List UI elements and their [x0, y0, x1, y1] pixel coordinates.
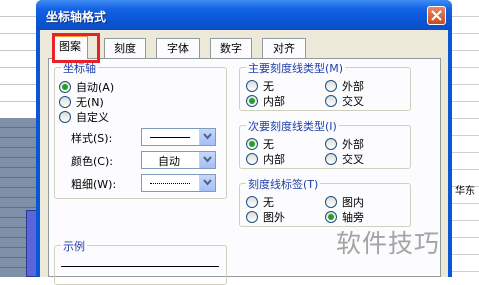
major-cross-label: 交叉	[342, 95, 364, 108]
close-button[interactable]	[427, 6, 446, 25]
labels-low-radio[interactable]	[246, 211, 258, 223]
tab-number[interactable]: 数字	[210, 38, 252, 58]
axis-custom-label: 自定义	[76, 111, 109, 124]
chevron-down-icon	[203, 156, 212, 163]
major-tick-title: 主要刻度线类型(M)	[246, 60, 346, 76]
major-inside-label: 内部	[263, 95, 285, 108]
axis-none-label: 无(N)	[76, 96, 104, 109]
color-value: 自动	[158, 155, 180, 168]
minor-inside-radio[interactable]	[246, 153, 258, 165]
sheet-right-area	[451, 0, 479, 277]
close-icon	[431, 10, 442, 21]
minor-outside-radio[interactable]	[325, 138, 337, 150]
minor-cross-radio[interactable]	[325, 153, 337, 165]
major-inside-radio[interactable]	[246, 95, 258, 107]
line-style-preview	[150, 137, 190, 138]
color-label: 颜色(C):	[71, 155, 113, 168]
color-dropdown-button[interactable]	[199, 152, 215, 168]
style-label: 样式(S):	[71, 132, 113, 145]
minor-outside-label: 外部	[342, 138, 364, 151]
labels-none-radio[interactable]	[246, 196, 258, 208]
labels-high-label: 图内	[342, 196, 364, 209]
labels-none-label: 无	[263, 196, 274, 209]
minor-inside-label: 内部	[263, 153, 285, 166]
labels-nextto-label: 轴旁	[342, 211, 364, 224]
minor-none-radio[interactable]	[246, 138, 258, 150]
axis-auto-radio[interactable]	[59, 81, 71, 93]
axis-auto-label: 自动(A)	[76, 81, 115, 94]
line-weight-select[interactable]	[141, 174, 216, 192]
sample-group: 示例	[54, 238, 227, 285]
major-outside-label: 外部	[342, 80, 364, 93]
line-weight-preview	[150, 183, 190, 184]
major-outside-radio[interactable]	[325, 80, 337, 92]
major-none-label: 无	[263, 80, 274, 93]
tick-labels-title: 刻度线标签(T)	[246, 176, 321, 192]
sample-line	[61, 266, 219, 267]
dialog-titlebar[interactable]: 坐标轴格式	[36, 0, 452, 30]
weight-label: 粗细(W):	[71, 178, 117, 191]
tab-highlight-box	[52, 33, 100, 63]
major-none-radio[interactable]	[246, 80, 258, 92]
major-cross-radio[interactable]	[325, 95, 337, 107]
labels-nextto-radio[interactable]	[325, 211, 337, 223]
axis-custom-radio[interactable]	[59, 111, 71, 123]
dialog-title: 坐标轴格式	[46, 10, 107, 24]
tab-alignment[interactable]: 对齐	[262, 38, 306, 58]
chevron-down-icon	[203, 133, 212, 140]
minor-tick-title: 次要刻度线类型(I)	[246, 118, 339, 134]
chevron-down-icon	[203, 179, 212, 186]
line-style-dropdown-button[interactable]	[199, 129, 215, 145]
labels-low-label: 图外	[263, 211, 285, 224]
sheet-cell-text: 华东	[455, 186, 475, 197]
sample-group-title: 示例	[61, 238, 87, 254]
minor-cross-label: 交叉	[342, 153, 364, 166]
line-weight-dropdown-button[interactable]	[199, 175, 215, 191]
axis-none-radio[interactable]	[59, 96, 71, 108]
watermark-text: 软件技巧	[336, 229, 441, 258]
tab-scale[interactable]: 刻度	[104, 38, 146, 58]
minor-none-label: 无	[263, 138, 274, 151]
color-select[interactable]: 自动	[141, 151, 216, 169]
labels-high-radio[interactable]	[325, 196, 337, 208]
line-style-select[interactable]	[141, 128, 216, 146]
tab-font[interactable]: 字体	[156, 38, 200, 58]
